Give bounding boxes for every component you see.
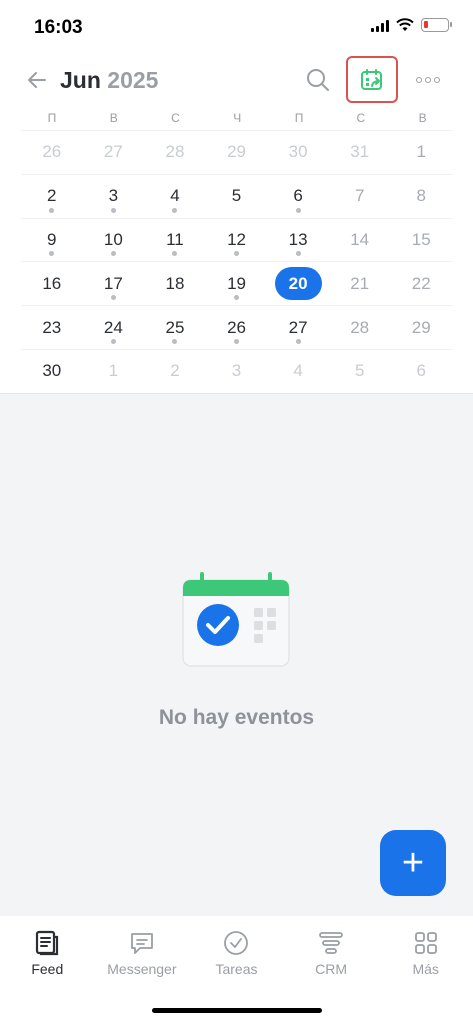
day-cell[interactable]: 12 bbox=[206, 219, 268, 262]
month-title[interactable]: Jun 2025 bbox=[60, 67, 158, 94]
search-icon[interactable] bbox=[304, 66, 332, 94]
cellular-signal-icon bbox=[371, 19, 389, 32]
day-cell[interactable]: 1 bbox=[390, 131, 452, 174]
week-row: 2 3 4 5 6 7 8 bbox=[21, 173, 452, 218]
today-cell[interactable]: 20 bbox=[267, 262, 329, 305]
calendar-header: Jun 2025 bbox=[0, 56, 473, 106]
day-cell[interactable]: 2 bbox=[21, 175, 83, 218]
dot bbox=[434, 77, 440, 83]
week-row: 23 24 25 26 27 28 29 bbox=[21, 305, 452, 349]
day-cell[interactable]: 28 bbox=[329, 306, 391, 349]
empty-message: No hay eventos bbox=[158, 706, 315, 729]
day-cell[interactable]: 4 bbox=[267, 350, 329, 393]
tab-label: CRM bbox=[315, 961, 348, 977]
day-cell[interactable]: 22 bbox=[390, 262, 452, 305]
day-cell[interactable]: 6 bbox=[390, 350, 452, 393]
plus-icon: + bbox=[401, 841, 425, 884]
dot bbox=[425, 77, 431, 83]
day-cell[interactable]: 25 bbox=[144, 306, 206, 349]
day-cell[interactable]: 16 bbox=[21, 262, 83, 305]
tasks-icon bbox=[224, 931, 249, 955]
day-cell[interactable]: 10 bbox=[83, 219, 145, 262]
status-time: 16:03 bbox=[34, 17, 83, 38]
dot bbox=[416, 77, 422, 83]
day-cell[interactable]: 26 bbox=[206, 306, 268, 349]
day-cell[interactable]: 30 bbox=[21, 350, 83, 393]
more-options-button[interactable] bbox=[412, 68, 444, 92]
day-cell[interactable]: 31 bbox=[329, 131, 391, 174]
day-cell[interactable]: 5 bbox=[329, 350, 391, 393]
day-cell[interactable]: 2 bbox=[144, 350, 206, 393]
month-label: Jun bbox=[60, 67, 101, 93]
day-cell[interactable]: 6 bbox=[267, 175, 329, 218]
calendar-share-icon bbox=[361, 68, 382, 90]
messenger-icon bbox=[130, 933, 153, 954]
tab-feed[interactable]: Feed bbox=[0, 916, 95, 1024]
weekday-label: П bbox=[47, 111, 57, 125]
weekday-header: П В С Ч П С В bbox=[0, 106, 473, 130]
feed-icon bbox=[36, 930, 59, 956]
status-bar: 16:03 bbox=[0, 0, 473, 56]
day-cell[interactable]: 5 bbox=[206, 175, 268, 218]
day-cell[interactable]: 4 bbox=[144, 175, 206, 218]
crm-icon bbox=[319, 932, 343, 954]
weekday-label: С bbox=[356, 111, 366, 125]
day-cell[interactable]: 3 bbox=[206, 350, 268, 393]
battery-icon bbox=[421, 18, 452, 32]
day-cell[interactable]: 23 bbox=[21, 306, 83, 349]
day-cell[interactable]: 3 bbox=[83, 175, 145, 218]
tab-label: Messenger bbox=[107, 961, 177, 977]
tab-label: Tareas bbox=[215, 961, 258, 977]
day-cell[interactable]: 11 bbox=[144, 219, 206, 262]
day-cell[interactable]: 30 bbox=[267, 131, 329, 174]
day-cell[interactable]: 29 bbox=[390, 306, 452, 349]
home-indicator bbox=[152, 1008, 322, 1013]
calendar-sync-button[interactable] bbox=[346, 56, 398, 103]
day-cell[interactable]: 17 bbox=[83, 262, 145, 305]
week-row: 26 27 28 29 30 31 1 bbox=[21, 130, 452, 174]
week-row: 9 10 11 12 13 14 15 bbox=[21, 217, 452, 262]
weekday-label: С bbox=[171, 111, 180, 125]
wifi-icon bbox=[396, 18, 414, 31]
more-grid-icon bbox=[414, 932, 437, 954]
day-cell[interactable]: 19 bbox=[206, 262, 268, 305]
today-label: 20 bbox=[274, 267, 322, 301]
day-cell[interactable]: 24 bbox=[83, 306, 145, 349]
day-cell[interactable]: 26 bbox=[21, 131, 83, 174]
day-cell[interactable]: 21 bbox=[329, 262, 391, 305]
weekday-label: Ч bbox=[233, 111, 242, 125]
tab-label: Feed bbox=[31, 961, 64, 977]
status-icons bbox=[371, 18, 452, 32]
day-cell[interactable]: 27 bbox=[267, 306, 329, 349]
weekday-label: П bbox=[294, 111, 304, 125]
day-cell[interactable]: 14 bbox=[329, 219, 391, 262]
day-cell[interactable]: 27 bbox=[83, 131, 145, 174]
day-cell[interactable]: 8 bbox=[390, 175, 452, 218]
day-cell[interactable]: 28 bbox=[144, 131, 206, 174]
year-label: 2025 bbox=[107, 67, 159, 93]
tab-more[interactable]: Más bbox=[378, 916, 473, 1024]
day-cell[interactable]: 13 bbox=[267, 219, 329, 262]
weekday-label: В bbox=[109, 111, 118, 125]
day-cell[interactable]: 9 bbox=[21, 219, 83, 262]
day-cell[interactable]: 7 bbox=[329, 175, 391, 218]
add-event-button[interactable]: + bbox=[380, 830, 446, 896]
week-row: 16 17 18 19 20 21 22 bbox=[21, 261, 452, 305]
day-cell[interactable]: 15 bbox=[390, 219, 452, 262]
tab-label: Más bbox=[412, 961, 439, 977]
day-cell[interactable]: 29 bbox=[206, 131, 268, 174]
day-cell[interactable]: 1 bbox=[83, 350, 145, 393]
week-row: 30 1 2 3 4 5 6 bbox=[21, 348, 452, 393]
month-calendar: П В С Ч П С В 26 27 28 29 30 31 1 2 3 4 … bbox=[0, 106, 473, 394]
weekday-label: В bbox=[418, 111, 427, 125]
day-cell[interactable]: 18 bbox=[144, 262, 206, 305]
back-arrow-icon[interactable] bbox=[25, 68, 49, 92]
calendar-check-icon bbox=[182, 572, 290, 667]
